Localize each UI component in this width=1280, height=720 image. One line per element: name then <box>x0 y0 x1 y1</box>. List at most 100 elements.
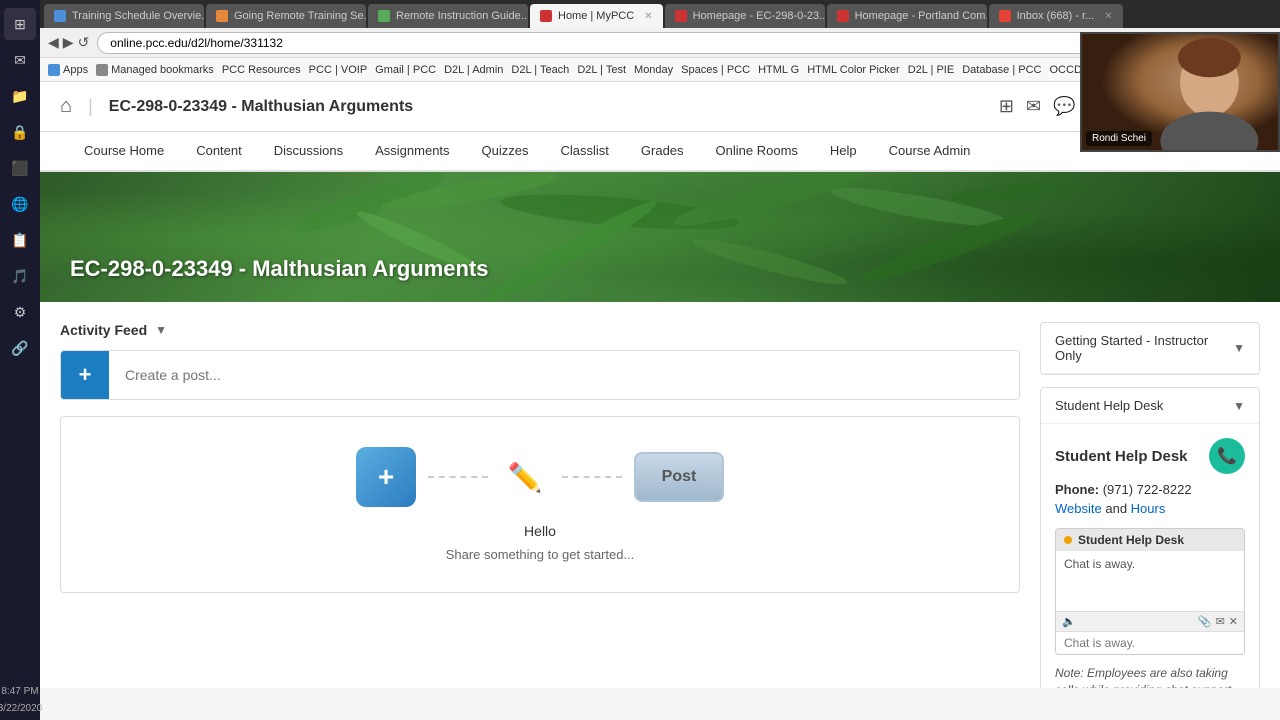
bm-d2l-teach[interactable]: D2L | Teach <box>511 64 569 76</box>
topnav-divider: | <box>88 96 93 117</box>
forward-button[interactable]: ▶ <box>63 34 74 51</box>
nav-assignments[interactable]: Assignments <box>371 131 453 171</box>
tab-5[interactable]: Homepage - EC-298-0-23... ✕ <box>665 4 825 28</box>
create-post-input[interactable] <box>109 351 1019 399</box>
nav-discussions[interactable]: Discussions <box>270 131 347 171</box>
taskbar-folder[interactable]: 📁 <box>4 80 36 112</box>
student-help-desk-header[interactable]: Student Help Desk ▼ <box>1041 388 1259 424</box>
webcam-label: Rondi Schei <box>1086 131 1152 146</box>
tab-2-favicon <box>216 10 228 22</box>
chat-toolbar: 🔈 📎 ✉ ✕ <box>1056 611 1244 631</box>
webcam-overlay: Rondi Schei <box>1080 32 1280 152</box>
help-desk-body: Student Help Desk 📞 Phone: (971) 722-822… <box>1041 424 1259 688</box>
bm-monday[interactable]: Monday <box>634 64 673 76</box>
taskbar-files[interactable]: 📋 <box>4 224 36 256</box>
topnav-grid-icon[interactable]: ⊞ <box>999 96 1014 117</box>
tab-2[interactable]: Going Remote Training Se... ✕ <box>206 4 366 28</box>
hours-link[interactable]: Hours <box>1131 501 1166 516</box>
chat-close-icon[interactable]: ✕ <box>1229 615 1238 628</box>
chat-header: Student Help Desk <box>1056 529 1244 551</box>
help-links: Website and Hours <box>1055 501 1245 516</box>
empty-state-graphic: + ✏️ Post <box>356 447 724 507</box>
bm-d2l-admin[interactable]: D2L | Admin <box>444 64 503 76</box>
chat-status-indicator <box>1064 536 1072 544</box>
tab-7-favicon <box>999 10 1011 22</box>
empty-state-subtitle: Share something to get started... <box>446 547 635 562</box>
bm-managed[interactable]: Managed bookmarks <box>96 64 214 76</box>
main-content: Activity Feed ▼ + + ✏️ Post <box>40 302 1280 688</box>
empty-state-title: Hello <box>524 523 556 539</box>
tab-6-favicon <box>837 10 849 22</box>
system-date: 3/22/2020 <box>0 701 42 716</box>
dashed-line-1 <box>428 476 488 478</box>
topnav-course-title: EC-298-0-23349 - Malthusian Arguments <box>109 98 983 116</box>
nav-course-home[interactable]: Course Home <box>80 131 168 171</box>
bm-d2l-test[interactable]: D2L | Test <box>577 64 626 76</box>
tab-7[interactable]: Inbox (668) - r... ✕ <box>989 4 1123 28</box>
chat-toolbar-icons: 📎 ✉ ✕ <box>1198 615 1238 628</box>
nav-quizzes[interactable]: Quizzes <box>478 131 533 171</box>
getting-started-header[interactable]: Getting Started - Instructor Only ▼ <box>1041 323 1259 374</box>
bm-pcc-resources[interactable]: PCC Resources <box>222 64 301 76</box>
empty-plus-icon: + <box>356 447 416 507</box>
chat-input-placeholder: Chat is away. <box>1064 636 1135 650</box>
chat-volume-icon: 🔈 <box>1062 615 1076 628</box>
tab-7-close[interactable]: ✕ <box>1104 11 1112 22</box>
nav-controls: ◀ ▶ ↺ <box>48 34 89 51</box>
hero-title: EC-298-0-23349 - Malthusian Arguments <box>70 256 489 282</box>
chat-email-icon[interactable]: ✉ <box>1216 615 1225 628</box>
address-input[interactable] <box>97 32 1251 54</box>
hero-banner: EC-298-0-23349 - Malthusian Arguments <box>40 172 1280 302</box>
bm-html-g[interactable]: HTML G <box>758 64 799 76</box>
activity-feed-header[interactable]: Activity Feed ▼ <box>60 322 1020 338</box>
reload-button[interactable]: ↺ <box>78 34 90 51</box>
bm-pcc-voip[interactable]: PCC | VOIP <box>309 64 367 76</box>
taskbar-lock[interactable]: 🔒 <box>4 116 36 148</box>
taskbar-settings[interactable]: ⚙ <box>4 296 36 328</box>
chat-attach-icon[interactable]: 📎 <box>1198 615 1212 628</box>
nav-grades[interactable]: Grades <box>637 131 688 171</box>
bm-apps[interactable]: Apps <box>48 64 88 76</box>
empty-pencil-icon: ✏️ <box>500 452 550 502</box>
topnav-chat-icon[interactable]: 💬 <box>1053 96 1075 117</box>
getting-started-label: Getting Started - Instructor Only <box>1055 333 1233 363</box>
tab-4[interactable]: Home | MyPCC ✕ <box>530 4 663 28</box>
system-tray: 8:47 PM 3/22/2020 <box>0 680 40 720</box>
nav-help[interactable]: Help <box>826 131 861 171</box>
website-link[interactable]: Website <box>1055 501 1102 516</box>
tab-4-close[interactable]: ✕ <box>644 11 652 22</box>
nav-online-rooms[interactable]: Online Rooms <box>712 131 802 171</box>
bm-gmail[interactable]: Gmail | PCC <box>375 64 436 76</box>
back-button[interactable]: ◀ <box>48 34 59 51</box>
empty-post-button: Post <box>634 452 724 502</box>
bm-spaces[interactable]: Spaces | PCC <box>681 64 750 76</box>
tab-bar: Training Schedule Overvie... ✕ Going Rem… <box>40 0 1280 28</box>
nav-course-admin[interactable]: Course Admin <box>885 131 975 171</box>
bm-color-picker[interactable]: HTML Color Picker <box>807 64 900 76</box>
tab-3[interactable]: Remote Instruction Guide... ✕ <box>368 4 528 28</box>
left-column: Activity Feed ▼ + + ✏️ Post <box>60 322 1020 593</box>
phone-icon-button[interactable]: 📞 <box>1209 438 1245 474</box>
nav-classlist[interactable]: Classlist <box>557 131 613 171</box>
taskbar-link[interactable]: 🔗 <box>4 332 36 364</box>
chat-away-message: Chat is away. <box>1064 557 1135 571</box>
help-desk-title-area: Student Help Desk 📞 <box>1055 438 1245 474</box>
taskbar-browser[interactable]: 🌐 <box>4 188 36 220</box>
nav-content[interactable]: Content <box>192 131 246 171</box>
help-desk-header-label: Student Help Desk <box>1055 398 1163 413</box>
bm-d2l-pie[interactable]: D2L | PIE <box>908 64 954 76</box>
taskbar-terminal[interactable]: ⬛ <box>4 152 36 184</box>
tab-1-favicon <box>54 10 66 22</box>
tab-6[interactable]: Homepage - Portland Com... ✕ <box>827 4 987 28</box>
d2l-home-icon[interactable]: ⌂ <box>60 95 72 118</box>
create-post-button[interactable]: + <box>61 351 109 399</box>
tab-1[interactable]: Training Schedule Overvie... ✕ <box>44 4 204 28</box>
topnav-mail-icon[interactable]: ✉ <box>1026 96 1041 117</box>
taskbar-mail[interactable]: ✉ <box>4 44 36 76</box>
bm-database[interactable]: Database | PCC <box>962 64 1041 76</box>
create-post-bar: + <box>60 350 1020 400</box>
phone-number: (971) 722-8222 <box>1103 482 1192 497</box>
taskbar-media[interactable]: 🎵 <box>4 260 36 292</box>
taskbar-windows[interactable]: ⊞ <box>4 8 36 40</box>
tab-3-favicon <box>378 10 390 22</box>
